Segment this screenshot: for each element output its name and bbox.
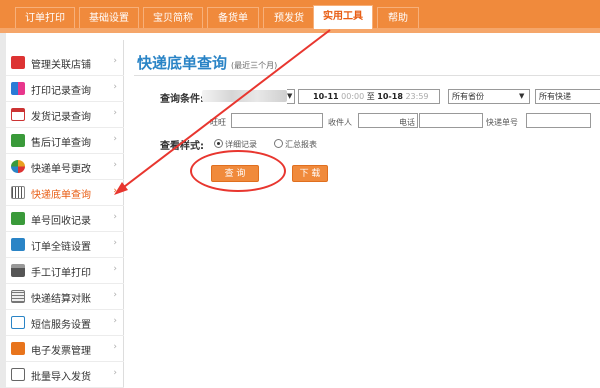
flickr-dots-icon bbox=[11, 82, 25, 95]
title-divider bbox=[134, 75, 600, 76]
province-select[interactable]: 所有省份 bbox=[448, 89, 530, 104]
view-style-label: 查看样式: bbox=[160, 141, 204, 152]
chevron-right-icon: › bbox=[113, 264, 117, 274]
sidebar-item-ship-records[interactable]: 发货记录查询 › bbox=[6, 102, 124, 128]
chevron-right-icon: › bbox=[113, 342, 117, 352]
express-select[interactable]: 所有快递 bbox=[535, 89, 600, 104]
sidebar-item-e-invoice[interactable]: 电子发票管理 › bbox=[6, 336, 124, 362]
tab-order-print[interactable]: 订单打印 bbox=[15, 7, 75, 28]
download-button[interactable]: 下 载 bbox=[292, 165, 328, 182]
chevron-right-icon: › bbox=[113, 212, 117, 222]
sidebar-item-label: 批量导入发货 bbox=[31, 372, 91, 383]
sidebar-item-manage-shops[interactable]: 管理关联店铺 › bbox=[6, 50, 124, 76]
chevron-right-icon: › bbox=[113, 82, 117, 92]
sidebar-item-recycle-records[interactable]: 单号回收记录 › bbox=[6, 206, 124, 232]
sidebar-item-label: 短信服务设置 bbox=[31, 320, 91, 331]
express-select-value: 所有快递 bbox=[539, 92, 571, 101]
wangwang-input[interactable] bbox=[231, 113, 323, 128]
sidebar-item-label: 订单全链设置 bbox=[31, 242, 91, 253]
chevron-down-icon: ▼ bbox=[519, 92, 525, 100]
annotation-circle bbox=[190, 150, 286, 192]
invoice-icon bbox=[11, 342, 25, 355]
bookmark-icon bbox=[11, 134, 25, 147]
import-icon bbox=[11, 368, 25, 381]
sidebar-item-label: 管理关联店铺 bbox=[31, 60, 91, 71]
sidebar-item-print-records[interactable]: 打印记录查询 › bbox=[6, 76, 124, 102]
sidebar-item-label: 售后订单查询 bbox=[31, 138, 91, 149]
barcode-icon bbox=[11, 186, 25, 199]
phone-input[interactable] bbox=[419, 113, 483, 128]
tracking-number-input[interactable] bbox=[526, 113, 591, 128]
sidebar-item-express-reconciliation[interactable]: 快递结算对账 › bbox=[6, 284, 124, 310]
sidebar-item-label: 快递底单查询 bbox=[31, 190, 91, 201]
gear-icon bbox=[11, 238, 25, 251]
chevron-right-icon: › bbox=[113, 316, 117, 326]
sidebar-item-change-tracking[interactable]: 快递单号更改 › bbox=[6, 154, 124, 180]
phone-label: 电话 bbox=[399, 118, 415, 127]
sms-icon bbox=[11, 316, 25, 329]
sidebar-item-sms-settings[interactable]: 短信服务设置 › bbox=[6, 310, 124, 336]
tab-help[interactable]: 帮助 bbox=[377, 7, 419, 28]
shop-select-blurred[interactable] bbox=[202, 90, 287, 102]
sidebar-item-aftersale-orders[interactable]: 售后订单查询 › bbox=[6, 128, 124, 154]
tab-basic-settings[interactable]: 基础设置 bbox=[79, 7, 139, 28]
chevron-down-icon: ▼ bbox=[287, 92, 293, 100]
sidebar-item-label: 发货记录查询 bbox=[31, 112, 91, 123]
date-from: 10-11 bbox=[313, 92, 339, 101]
radio-detail-label: 详细记录 bbox=[225, 140, 257, 149]
tab-pre-ship[interactable]: 预发货 bbox=[263, 7, 315, 28]
province-select-value: 所有省份 bbox=[452, 92, 484, 101]
query-label: 查询条件: bbox=[160, 94, 204, 105]
tab-utility-tools[interactable]: 实用工具 bbox=[313, 5, 373, 29]
page-subtitle: (最近三个月) bbox=[231, 61, 278, 70]
window-icon bbox=[11, 108, 25, 121]
wangwang-label: 旺旺 bbox=[210, 118, 226, 127]
tab-item-abbrev[interactable]: 宝贝简称 bbox=[143, 7, 203, 28]
sidebar: 管理关联店铺 › 打印记录查询 › 发货记录查询 › 售后订单查询 › 快递单号… bbox=[6, 40, 124, 388]
sidebar-item-label: 快递单号更改 bbox=[31, 164, 91, 175]
sidebar-item-label: 快递结算对账 bbox=[31, 294, 91, 305]
date-to-separator: 至 bbox=[366, 92, 375, 101]
sidebar-item-express-waybill-query[interactable]: 快递底单查询 › bbox=[6, 180, 124, 206]
recycle-icon bbox=[11, 212, 25, 225]
ledger-icon bbox=[11, 290, 25, 303]
sidebar-item-label: 单号回收记录 bbox=[31, 216, 91, 227]
tab-stock-list[interactable]: 备货单 bbox=[207, 7, 259, 28]
printer-icon bbox=[11, 264, 25, 277]
pinwheel-icon bbox=[11, 160, 25, 173]
chevron-right-icon: › bbox=[113, 134, 117, 144]
chevron-right-icon: › bbox=[113, 238, 117, 248]
chevron-right-icon: › bbox=[113, 108, 117, 118]
chevron-right-icon: › bbox=[113, 56, 117, 66]
time-to: 23:59 bbox=[405, 92, 429, 101]
sidebar-item-label: 手工订单打印 bbox=[31, 268, 91, 279]
sidebar-item-order-chain-settings[interactable]: 订单全链设置 › bbox=[6, 232, 124, 258]
chevron-right-icon: › bbox=[113, 290, 117, 300]
sidebar-item-manual-order-print[interactable]: 手工订单打印 › bbox=[6, 258, 124, 284]
chevron-right-icon: › bbox=[113, 186, 117, 196]
page-title: 快递底单查询 bbox=[137, 54, 228, 72]
sidebar-item-label: 电子发票管理 bbox=[31, 346, 91, 357]
radio-summary-label: 汇总报表 bbox=[285, 140, 317, 149]
chevron-right-icon: › bbox=[113, 368, 117, 378]
receiver-label: 收件人 bbox=[328, 118, 352, 127]
sidebar-item-label: 打印记录查询 bbox=[31, 86, 91, 97]
radio-summary[interactable] bbox=[274, 139, 283, 148]
top-nav: 订单打印 基础设置 宝贝简称 备货单 预发货 实用工具 帮助 bbox=[0, 0, 600, 33]
dice-icon bbox=[11, 56, 25, 69]
date-range-text: 10-11 00:00 至 10-18 23:59 bbox=[313, 91, 429, 102]
tracking-number-label: 快递单号 bbox=[486, 118, 518, 127]
sidebar-item-batch-import-ship[interactable]: 批量导入发货 › bbox=[6, 362, 124, 388]
radio-detail[interactable] bbox=[214, 139, 223, 148]
date-to: 10-18 bbox=[377, 92, 403, 101]
time-from: 00:00 bbox=[341, 92, 365, 101]
chevron-right-icon: › bbox=[113, 160, 117, 170]
